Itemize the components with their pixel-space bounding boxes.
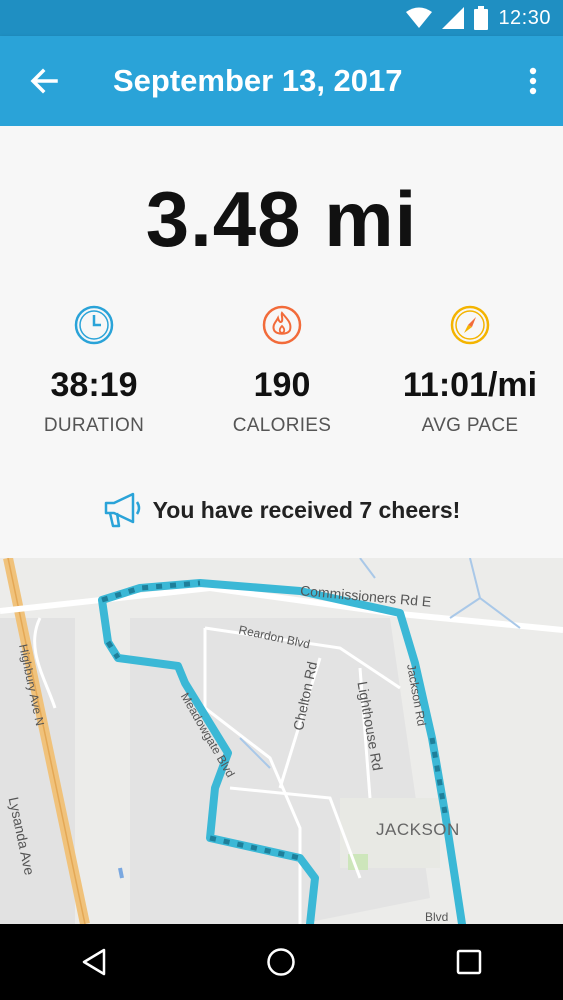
duration-label: DURATION [43, 415, 145, 436]
route-map[interactable]: Commissioners Rd E Reardon Blvd Chelton … [0, 558, 563, 924]
distance-value: 3.48 mi [145, 175, 418, 263]
pace-stat: 11:01/mi AVG PACE [390, 304, 550, 437]
battery-icon [474, 6, 489, 30]
duration-value: 38:19 [50, 366, 138, 404]
calories-label: CALORIES [232, 415, 332, 436]
status-bar: 12:30 [0, 0, 563, 36]
signal-icon [442, 7, 465, 29]
status-time: 12:30 [498, 6, 551, 29]
square-recents-icon [456, 949, 482, 975]
calories-stat: 190 CALORIES [202, 304, 362, 437]
triangle-back-icon [82, 948, 106, 976]
duration-stat: 38:19 DURATION [14, 304, 174, 437]
arrow-left-icon [30, 68, 58, 94]
app-bar: September 13, 2017 [0, 36, 563, 126]
overflow-menu-button[interactable] [521, 63, 545, 99]
calories-value: 190 [253, 366, 311, 404]
cheers-banner[interactable]: You have received 7 cheers! [0, 490, 563, 530]
nav-recents-button[interactable] [439, 932, 499, 992]
map-canvas [0, 558, 563, 924]
flame-icon [262, 305, 302, 345]
wifi-icon [406, 7, 433, 28]
pace-value: 11:01/mi [402, 366, 538, 404]
megaphone-icon [104, 492, 140, 528]
more-vert-icon [529, 67, 537, 95]
map-label-jackson-area: JACKSON [376, 820, 460, 839]
workout-summary: 3.48 mi 38:19 DURATION 190 CALORIES 11:0… [0, 126, 563, 558]
circle-home-icon [267, 948, 296, 976]
clock-icon [74, 305, 114, 345]
back-button[interactable] [26, 63, 62, 99]
status-icons: 12:30 [406, 0, 551, 36]
pace-label: AVG PACE [421, 415, 519, 436]
page-title: September 13, 2017 [113, 63, 403, 98]
nav-home-button[interactable] [251, 932, 311, 992]
cheers-text: You have received 7 cheers! [152, 496, 461, 523]
nav-back-button[interactable] [64, 932, 124, 992]
compass-icon [450, 305, 490, 345]
map-label-blvd: Blvd [425, 910, 449, 924]
system-nav-bar [0, 924, 563, 1000]
